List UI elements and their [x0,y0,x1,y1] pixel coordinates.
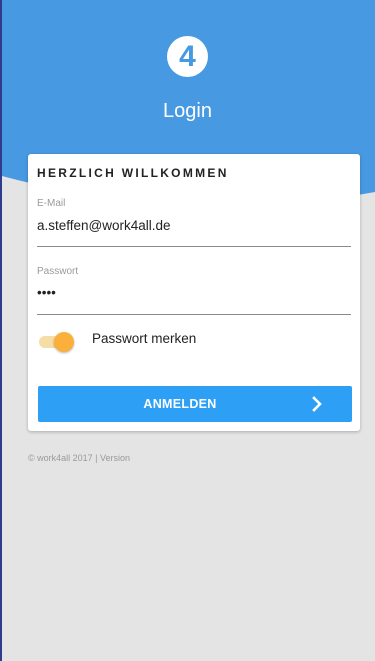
email-label: E-Mail [37,198,66,209]
remember-password-label: Passwort merken [92,331,197,346]
chevron-right-icon [312,396,322,412]
remember-password-toggle[interactable] [38,331,74,352]
email-field[interactable] [37,218,351,233]
password-label: Passwort [37,266,79,277]
login-card: HERZLICH WILLKOMMEN E-Mail Passwort Pass… [28,154,360,431]
app-logo: 4 [167,36,208,77]
password-underline [37,314,351,315]
password-field[interactable] [37,285,351,300]
login-button[interactable]: ANMELDEN [38,386,352,422]
footer-version[interactable]: © work4all 2017 | Version [28,453,130,463]
card-title: HERZLICH WILLKOMMEN [37,166,229,180]
toggle-thumb [54,332,74,352]
page-title: Login [163,100,212,122]
email-underline [37,246,351,247]
logo-glyph: 4 [179,40,196,73]
login-button-label: ANMELDEN [143,397,217,411]
